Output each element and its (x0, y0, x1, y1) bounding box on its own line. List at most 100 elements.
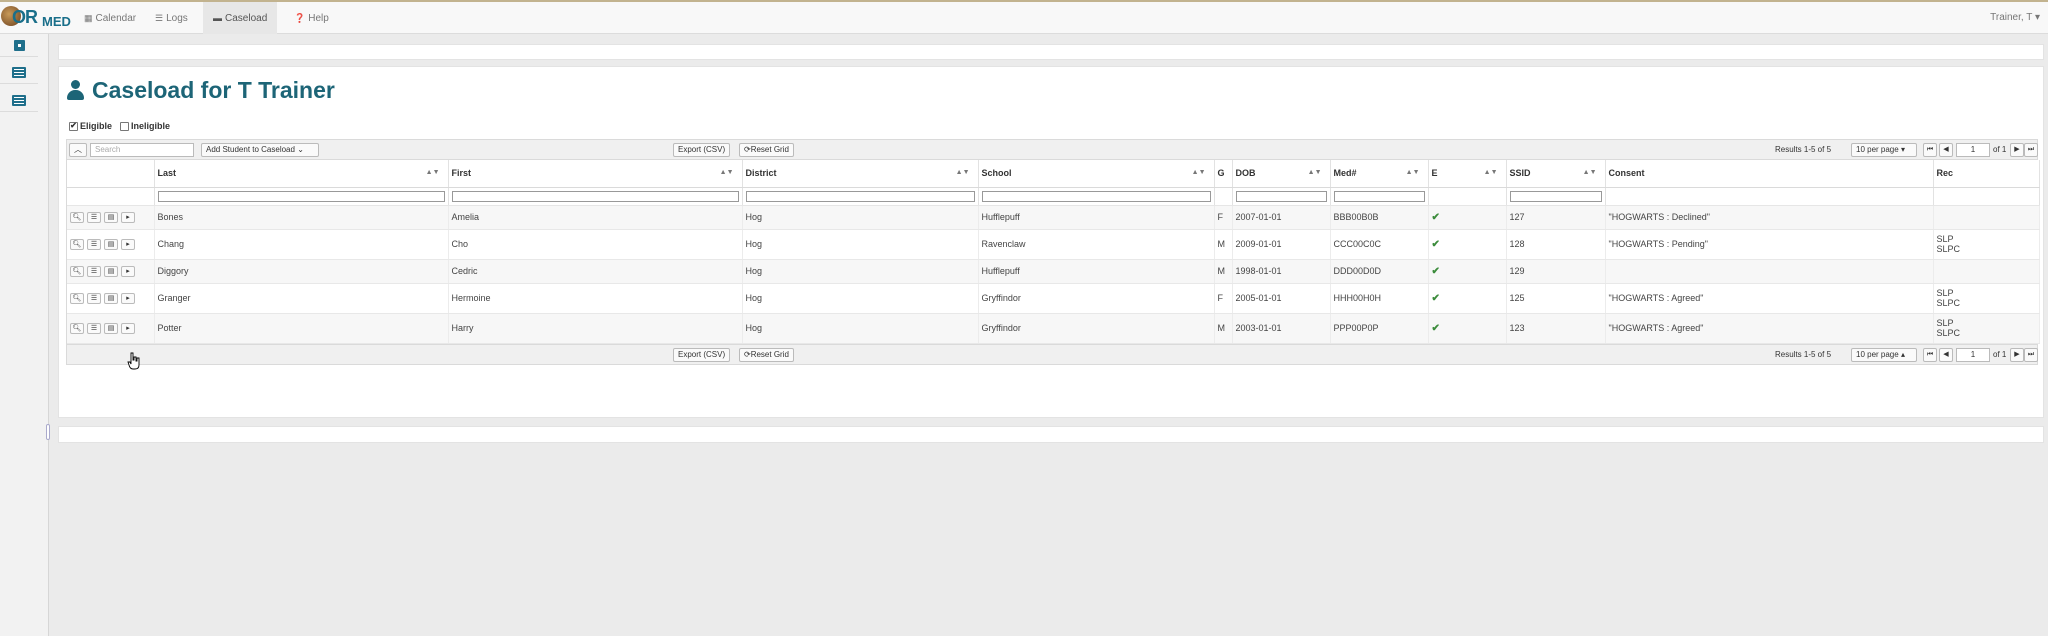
collapse-button[interactable]: ︿ (69, 143, 87, 157)
column-header-first[interactable]: First ▲▼ (448, 160, 743, 188)
view-button[interactable]: 🔍︎ (70, 323, 84, 334)
column-header-district[interactable]: District ▲▼ (742, 160, 979, 188)
user-name: Trainer, T (1990, 12, 2033, 23)
nav-calendar[interactable]: ▦ Calendar (74, 2, 146, 34)
ormed-logo[interactable]: OR MED (0, 3, 71, 31)
nav-logs[interactable]: ☰ Logs (145, 2, 198, 34)
export-csv-button-bottom[interactable]: Export (CSV) (673, 347, 731, 362)
check-icon: ✔ (1431, 292, 1440, 304)
column-header-school[interactable]: School ▲▼ (978, 160, 1215, 188)
eligibility-filters: ✔ Eligible Ineligible (69, 121, 170, 131)
nav-help[interactable]: ❓ Help (284, 2, 339, 34)
list-button[interactable]: ▤ (104, 212, 118, 223)
column-header-last[interactable]: Last ▲▼ (154, 160, 449, 188)
top-navbar: OR MED ▦ Calendar ☰ Logs ▬ Caseload ❓ Help T… (0, 0, 2048, 34)
reset-grid-button-bottom[interactable]: ⟳Reset Grid (739, 347, 794, 362)
page-number-input[interactable]: 1 (1956, 143, 1990, 157)
check-icon: ✔ (1431, 211, 1440, 223)
last-page-button-bottom[interactable]: ⏭ (2024, 347, 2038, 362)
nav-caseload[interactable]: ▬ Caseload (203, 2, 278, 34)
table-row[interactable]: 🔍︎ ☰ ▤ ▸ Granger Hermoine Hog Gryffindor… (67, 283, 2040, 314)
page-title: Caseload for T Trainer (67, 77, 335, 104)
top-panel (58, 44, 2044, 60)
expand-button[interactable]: ▸ (121, 293, 135, 304)
last-page-button[interactable]: ⏭ (2024, 143, 2038, 157)
ineligible-checkbox[interactable]: Ineligible (120, 121, 170, 131)
eligible-checkbox[interactable]: ✔ Eligible (69, 121, 112, 131)
filter-dob-input[interactable] (1235, 190, 1327, 202)
logo-text: OR (12, 7, 38, 27)
list-button[interactable]: ▤ (104, 293, 118, 304)
reset-grid-button[interactable]: ⟳Reset Grid (739, 143, 794, 157)
next-page-button-bottom[interactable]: ▶ (2010, 347, 2024, 362)
first-page-button-bottom[interactable]: ⏮ (1923, 347, 1937, 362)
expand-button[interactable]: ▸ (121, 323, 135, 334)
edit-button[interactable]: ☰ (87, 212, 101, 223)
edit-button[interactable]: ☰ (87, 239, 101, 250)
expand-button[interactable]: ▸ (121, 266, 135, 277)
column-header-e[interactable]: E ▲▼ (1428, 160, 1507, 188)
list-icon: ▤ (107, 295, 115, 302)
list-button[interactable]: ▤ (104, 239, 118, 250)
view-button[interactable]: 🔍︎ (70, 266, 84, 277)
check-icon: ✔ (1431, 265, 1440, 277)
filter-med-input[interactable] (1333, 190, 1425, 202)
filter-ssid-input[interactable] (1509, 190, 1602, 202)
table-row[interactable]: 🔍︎ ☰ ▤ ▸ Diggory Cedric Hog Hufflepuff M… (67, 259, 2040, 284)
column-header-rec[interactable]: Rec (1933, 160, 2040, 188)
filter-school-input[interactable] (981, 190, 1211, 202)
eligible-checkbox-box[interactable]: ✔ (69, 121, 78, 131)
add-student-dropdown[interactable]: Add Student to Caseload ⌄ (201, 143, 319, 157)
sidebar-button-3[interactable] (0, 90, 38, 112)
expand-button[interactable]: ▸ (121, 212, 135, 223)
sidebar-button-1[interactable] (0, 35, 38, 57)
next-page-button[interactable]: ▶ (2010, 143, 2024, 157)
table-row[interactable]: 🔍︎ ☰ ▤ ▸ Bones Amelia Hog Hufflepuff F 2… (67, 205, 2040, 230)
column-header-dob[interactable]: DOB ▲▼ (1232, 160, 1331, 188)
bars-icon: ☰ (90, 268, 98, 275)
column-header-ssid[interactable]: SSID ▲▼ (1506, 160, 1606, 188)
first-page-button[interactable]: ⏮ (1923, 143, 1937, 157)
table-row[interactable]: 🔍︎ ☰ ▤ ▸ Chang Cho Hog Ravenclaw M 2009-… (67, 229, 2040, 260)
check-icon: ✔ (1431, 238, 1440, 250)
per-page-select[interactable]: 10 per page ▾ (1851, 143, 1917, 157)
prev-page-button[interactable]: ◀ (1939, 143, 1953, 157)
user-icon (67, 80, 84, 100)
magnifier-icon: 🔍︎ (72, 241, 82, 248)
chevron-down-icon: ⌄ (297, 145, 304, 154)
sidebar-button-2[interactable] (0, 62, 38, 84)
per-page-select-bottom[interactable]: 10 per page ▴ (1851, 347, 1917, 362)
page-number-input-bottom[interactable]: 1 (1956, 347, 1990, 362)
column-header-consent[interactable]: Consent (1605, 160, 1934, 188)
ineligible-checkbox-box[interactable] (120, 121, 130, 131)
filter-first-input[interactable] (451, 190, 739, 202)
next-page-icon: ▶ (2014, 146, 2020, 153)
column-header-med[interactable]: Med# ▲▼ (1330, 160, 1429, 188)
list-icon: ▤ (107, 241, 115, 248)
export-csv-button[interactable]: Export (CSV) (673, 143, 731, 157)
view-button[interactable]: 🔍︎ (70, 239, 84, 250)
caret-right-icon: ▸ (126, 325, 130, 332)
table-row[interactable]: 🔍︎ ☰ ▤ ▸ Potter Harry Hog Gryffindor M 2… (67, 313, 2040, 344)
row-actions: 🔍︎ ☰ ▤ ▸ (70, 266, 135, 277)
prev-page-button-bottom[interactable]: ◀ (1939, 347, 1953, 362)
sidebar-resize-handle[interactable] (46, 424, 50, 440)
bars-icon: ☰ (90, 241, 98, 248)
filter-last-input[interactable] (157, 190, 445, 202)
edit-button[interactable]: ☰ (87, 323, 101, 334)
next-page-icon: ▶ (2014, 350, 2020, 358)
last-page-icon: ⏭ (2027, 350, 2035, 358)
sort-icon: ▲▼ (1582, 169, 1597, 176)
search-input[interactable]: Search (90, 143, 194, 157)
user-menu[interactable]: Trainer, T ▾ (1990, 2, 2040, 34)
view-button[interactable]: 🔍︎ (70, 212, 84, 223)
list-button[interactable]: ▤ (104, 323, 118, 334)
view-button[interactable]: 🔍︎ (70, 293, 84, 304)
list-button[interactable]: ▤ (104, 266, 118, 277)
column-header-g[interactable]: G (1214, 160, 1233, 188)
filter-district-input[interactable] (745, 190, 975, 202)
expand-button[interactable]: ▸ (121, 239, 135, 250)
edit-button[interactable]: ☰ (87, 293, 101, 304)
edit-button[interactable]: ☰ (87, 266, 101, 277)
magnifier-icon: 🔍︎ (72, 268, 82, 275)
